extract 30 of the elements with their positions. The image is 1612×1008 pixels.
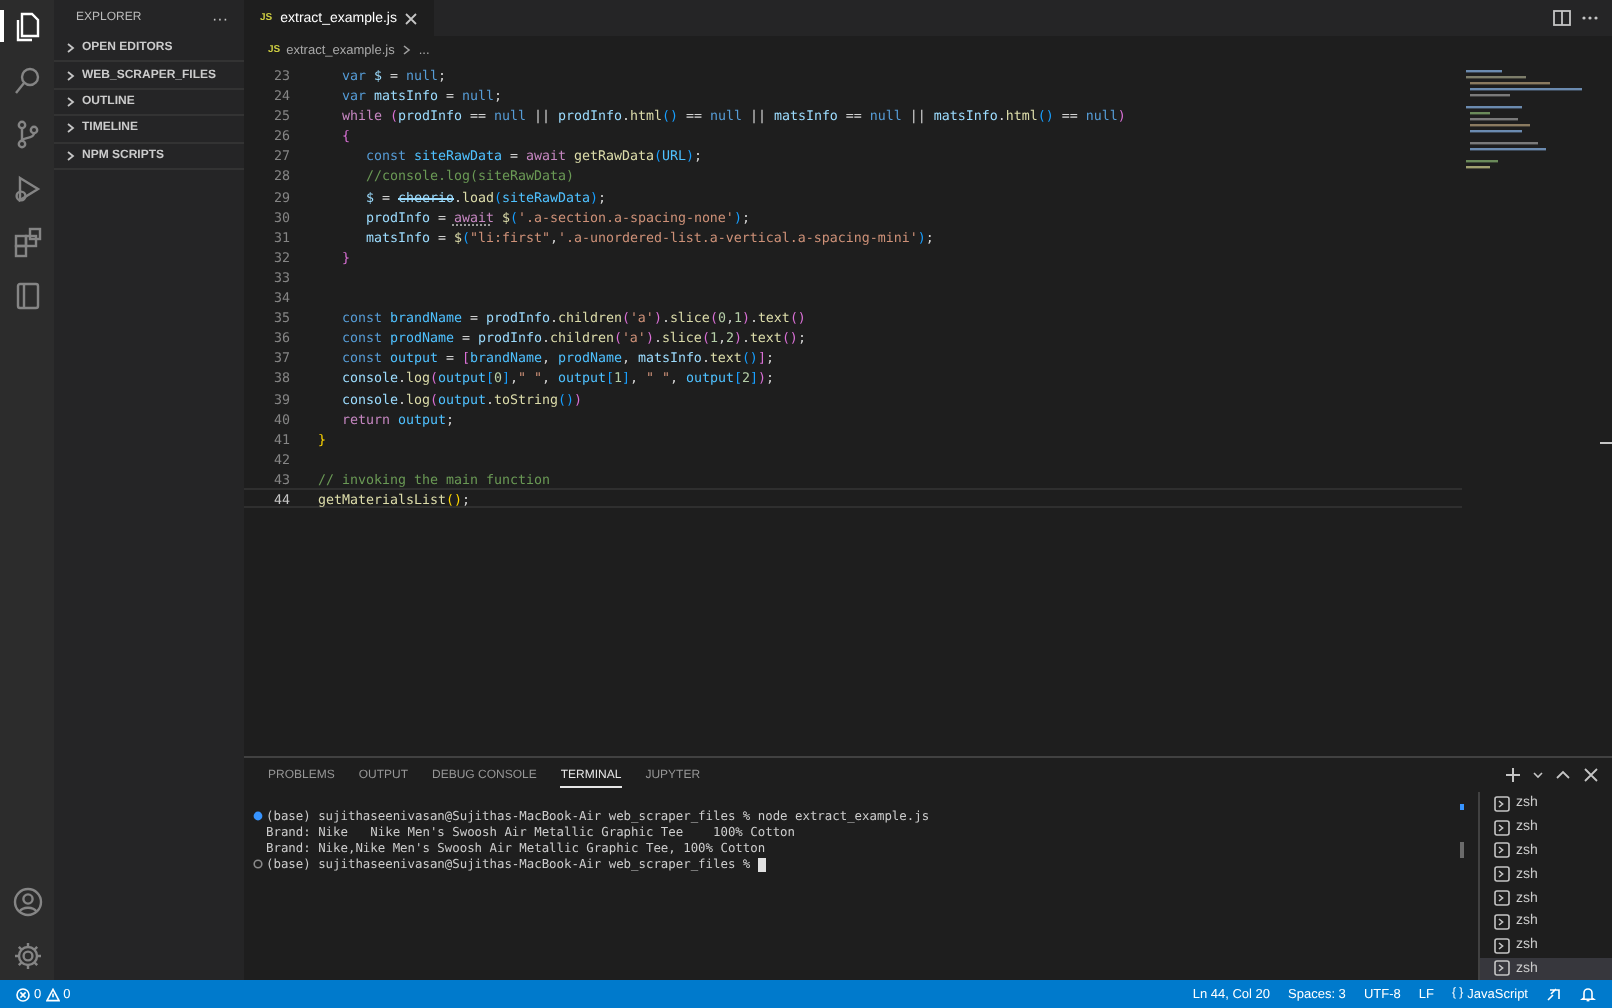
close-icon[interactable]	[404, 11, 419, 25]
chevron-icon	[400, 44, 413, 56]
bell-icon[interactable]	[1580, 986, 1596, 1002]
extensions-icon[interactable]	[11, 226, 43, 258]
terminal-icon	[1494, 890, 1510, 907]
feedback-icon[interactable]	[1546, 986, 1562, 1002]
notebook-icon[interactable]	[11, 280, 43, 312]
scroll-thumb	[1460, 842, 1464, 858]
terminal-icon	[1494, 795, 1510, 812]
close-icon[interactable]	[1582, 766, 1600, 784]
terminal-icon	[1494, 913, 1510, 930]
error-icon	[16, 987, 30, 1001]
scroll-marker	[1460, 804, 1464, 810]
split-editor-icon[interactable]	[1552, 8, 1572, 28]
terminal-icon	[1494, 842, 1510, 859]
run-debug-icon[interactable]	[11, 172, 43, 204]
search-icon[interactable]	[11, 64, 43, 96]
settings-icon[interactable]	[11, 940, 43, 972]
terminal-icon	[1494, 960, 1510, 977]
caret-icon[interactable]	[1532, 766, 1544, 784]
terminal-icon	[1494, 819, 1510, 836]
account-icon[interactable]	[11, 886, 43, 918]
files-icon[interactable]	[11, 10, 43, 42]
add-icon[interactable]	[1504, 766, 1522, 784]
more-button[interactable]: ···	[212, 9, 228, 27]
terminal-icon	[1494, 866, 1510, 883]
scroll-marker	[1600, 442, 1612, 444]
chevron-up-icon[interactable]	[1554, 766, 1572, 784]
warning-icon	[45, 987, 60, 1001]
terminal-icon	[1494, 937, 1510, 954]
